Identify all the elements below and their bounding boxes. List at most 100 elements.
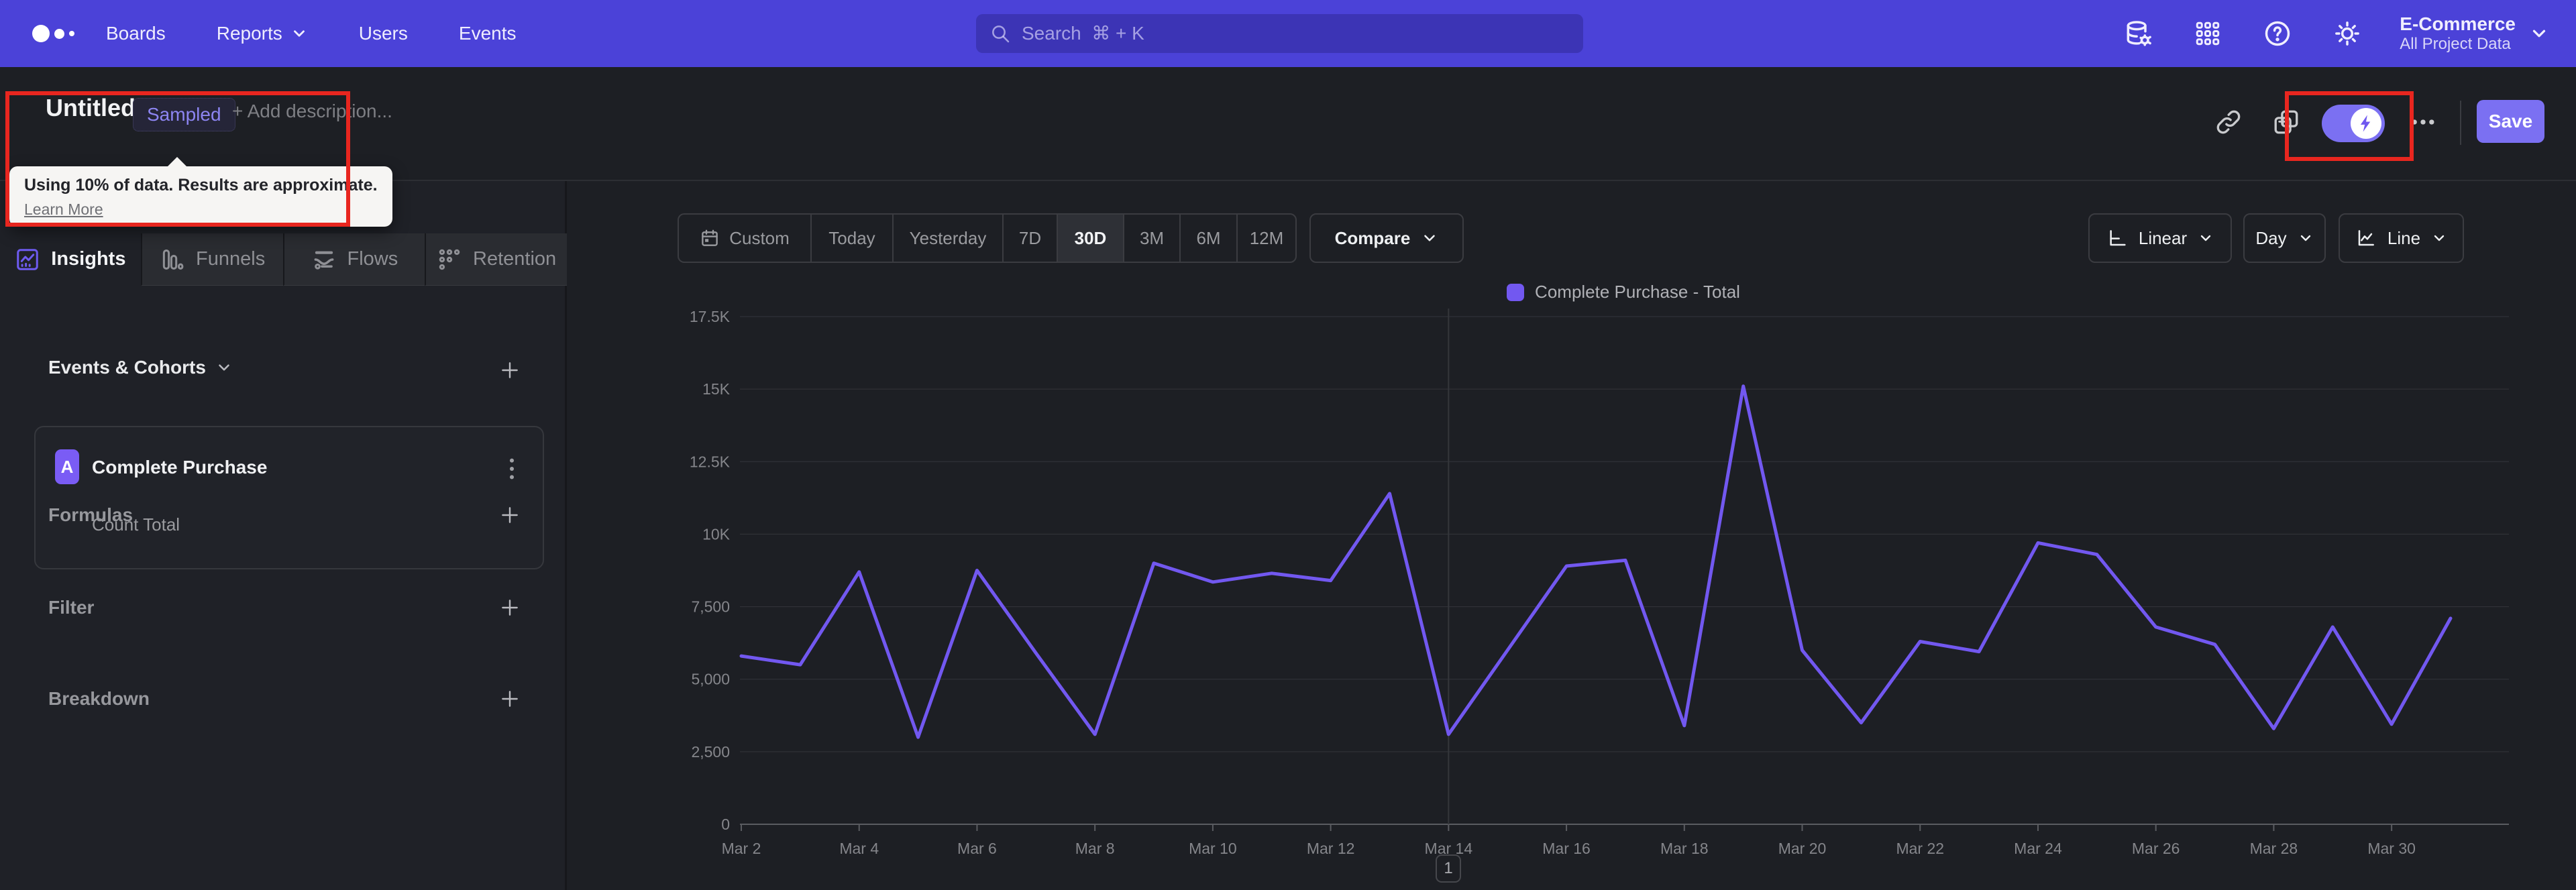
- calendar-icon: [702, 229, 718, 246]
- svg-text:Mar 10: Mar 10: [1189, 840, 1237, 857]
- titlebar-divider: [2460, 101, 2461, 145]
- svg-text:Mar 26: Mar 26: [2132, 840, 2180, 857]
- data-management-icon[interactable]: [2121, 16, 2155, 51]
- help-icon[interactable]: [2260, 16, 2295, 51]
- date-range-30d[interactable]: 30D: [1057, 215, 1123, 262]
- chevron-down-icon: [2532, 30, 2546, 38]
- svg-text:Mar 16: Mar 16: [1542, 840, 1591, 857]
- event-options-icon[interactable]: [498, 454, 525, 484]
- add-to-board-icon[interactable]: [2269, 105, 2304, 140]
- svg-text:Mar 28: Mar 28: [2250, 840, 2298, 857]
- chevron-down-icon: [219, 364, 229, 371]
- svg-text:Mar 30: Mar 30: [2367, 840, 2416, 857]
- event-name[interactable]: Complete Purchase: [92, 457, 267, 478]
- nav-item-events[interactable]: Events: [459, 23, 517, 44]
- date-range-control: Custom Today Yesterday 7D 30D 3M 6M 12M: [678, 213, 1297, 263]
- date-range-7d[interactable]: 7D: [1002, 215, 1057, 262]
- insights-chart-icon: [17, 248, 39, 270]
- chevron-down-icon: [2300, 235, 2310, 241]
- linear-axis-icon: [2110, 230, 2126, 246]
- add-formula-button[interactable]: [495, 500, 525, 530]
- add-description-button[interactable]: + Add description...: [232, 101, 392, 122]
- line-chart-svg: 0 2,500 5,000 7,500 10K 12.5K 15K 17.5K Mar 2 Mar…: [690, 308, 2509, 857]
- nav-item-reports[interactable]: Reports: [217, 23, 308, 44]
- sampling-toggle-knob: [2351, 108, 2381, 139]
- tab-insights[interactable]: Insights: [0, 233, 141, 286]
- chevron-down-icon: [2200, 235, 2211, 241]
- chevron-down-icon: [2434, 235, 2445, 241]
- add-filter-button[interactable]: [495, 593, 525, 622]
- svg-text:5,000: 5,000: [691, 671, 730, 688]
- svg-text:7,500: 7,500: [691, 598, 730, 616]
- chart-type-dropdown[interactable]: Line: [2339, 213, 2464, 263]
- save-button[interactable]: Save: [2477, 100, 2544, 143]
- sampled-badge[interactable]: Sampled: [133, 98, 235, 131]
- chevron-down-icon: [293, 30, 305, 37]
- search-icon: [992, 25, 1010, 43]
- svg-text:0: 0: [721, 816, 730, 833]
- lightning-bolt-icon: [2360, 115, 2371, 132]
- section-breakdown: Breakdown: [48, 688, 150, 709]
- copy-link-icon[interactable]: [2211, 105, 2246, 140]
- retention-grid-icon: [439, 249, 460, 270]
- compare-button[interactable]: Compare: [1309, 213, 1464, 263]
- search-input[interactable]: [1022, 23, 1570, 44]
- query-builder-sidebar: Insights Funnels Flows Retention Events …: [0, 181, 567, 890]
- nav-item-boards[interactable]: Boards: [106, 23, 166, 44]
- learn-more-link[interactable]: Learn More: [24, 201, 103, 219]
- event-series-badge: A: [55, 449, 79, 484]
- svg-text:Mar 20: Mar 20: [1778, 840, 1827, 857]
- project-scope: All Project Data: [2400, 35, 2511, 54]
- search-input-wrap: [976, 14, 1583, 53]
- tab-funnels[interactable]: Funnels: [140, 233, 283, 286]
- tab-retention[interactable]: Retention: [425, 233, 567, 286]
- svg-text:12.5K: 12.5K: [690, 453, 731, 470]
- svg-text:15K: 15K: [702, 380, 731, 398]
- project-name: E-Commerce: [2400, 13, 2516, 34]
- line-chart-icon: [2358, 230, 2374, 246]
- date-range-12m[interactable]: 12M: [1236, 215, 1295, 262]
- add-event-button[interactable]: [495, 355, 525, 385]
- svg-text:Mar 6: Mar 6: [957, 840, 997, 857]
- scale-dropdown[interactable]: Linear: [2088, 213, 2232, 263]
- mixpanel-logo-icon[interactable]: [32, 25, 106, 42]
- granularity-dropdown[interactable]: Day: [2243, 213, 2326, 263]
- svg-text:2,500: 2,500: [691, 743, 730, 761]
- apps-grid-icon[interactable]: [2190, 16, 2225, 51]
- nav-item-users[interactable]: Users: [359, 23, 408, 44]
- flows-icon: [314, 251, 333, 270]
- svg-text:10K: 10K: [702, 525, 731, 543]
- svg-text:Mar 24: Mar 24: [2014, 840, 2062, 857]
- section-formulas: Formulas: [48, 504, 133, 525]
- report-title-bar: [0, 67, 2576, 181]
- add-breakdown-button[interactable]: [495, 684, 525, 714]
- svg-text:Mar 4: Mar 4: [839, 840, 879, 857]
- svg-text:Mar 12: Mar 12: [1307, 840, 1355, 857]
- top-navbar: Boards Reports Users Events E-Commerce: [0, 0, 2576, 67]
- chevron-down-icon: [1424, 235, 1436, 241]
- page-indicator[interactable]: 1: [1436, 854, 1461, 883]
- date-range-today[interactable]: Today: [810, 215, 892, 262]
- project-switcher[interactable]: E-Commerce All Project Data: [2400, 13, 2549, 54]
- events-cohorts-header[interactable]: Events & Cohorts: [48, 357, 233, 378]
- date-range-custom[interactable]: Custom: [679, 215, 810, 262]
- date-range-6m[interactable]: 6M: [1179, 215, 1236, 262]
- svg-text:Mar 22: Mar 22: [1896, 840, 1944, 857]
- tab-flows[interactable]: Flows: [282, 233, 425, 286]
- sampling-tooltip: Using 10% of data. Results are approxima…: [9, 157, 392, 227]
- report-type-tabs: Insights Funnels Flows Retention: [0, 233, 567, 286]
- event-card[interactable]: A Complete Purchase Count Total: [34, 426, 544, 569]
- svg-text:Mar 2: Mar 2: [722, 840, 761, 857]
- settings-gear-icon[interactable]: [2330, 16, 2365, 51]
- date-range-yesterday[interactable]: Yesterday: [892, 215, 1002, 262]
- funnels-bars-icon: [162, 249, 184, 270]
- svg-text:Mar 8: Mar 8: [1075, 840, 1115, 857]
- sampling-toggle[interactable]: [2322, 105, 2385, 142]
- section-filter: Filter: [48, 597, 95, 618]
- svg-text:Mar 18: Mar 18: [1660, 840, 1709, 857]
- svg-text:17.5K: 17.5K: [690, 308, 731, 325]
- tooltip-text: Using 10% of data. Results are approxima…: [24, 176, 378, 194]
- report-title[interactable]: Untitled: [46, 94, 136, 122]
- more-options-icon[interactable]: [2406, 105, 2440, 140]
- date-range-3m[interactable]: 3M: [1123, 215, 1179, 262]
